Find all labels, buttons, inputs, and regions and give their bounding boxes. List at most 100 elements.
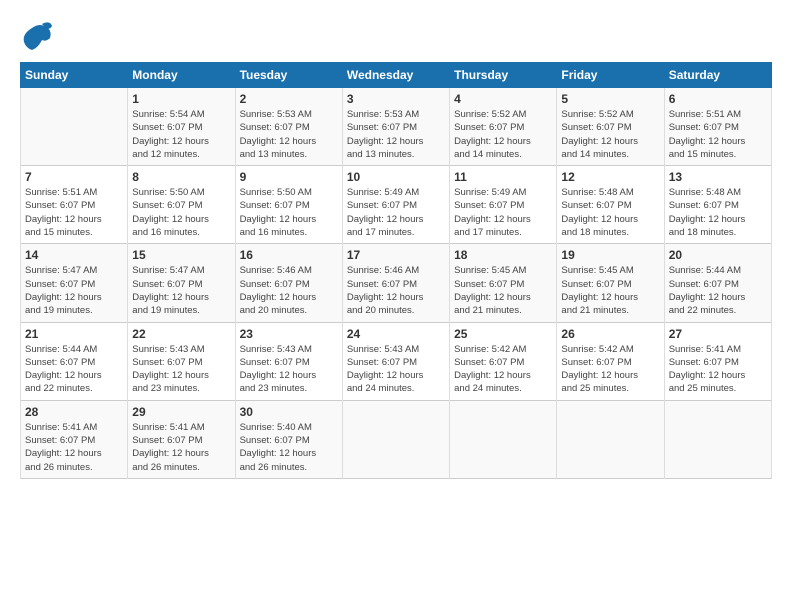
- calendar-cell: 2 Sunrise: 5:53 AM Sunset: 6:07 PM Daylig…: [235, 88, 342, 166]
- day-details: Sunrise: 5:53 AM Sunset: 6:07 PM Dayligh…: [347, 108, 445, 161]
- calendar-week-row: 7 Sunrise: 5:51 AM Sunset: 6:07 PM Daylig…: [21, 166, 772, 244]
- calendar-cell: 13 Sunrise: 5:48 AM Sunset: 6:07 PM Dayli…: [664, 166, 771, 244]
- calendar-cell: 18 Sunrise: 5:45 AM Sunset: 6:07 PM Dayli…: [450, 244, 557, 322]
- day-number: 11: [454, 170, 552, 184]
- calendar-cell: 17Sunrise: 5:46 AM Sunset: 6:07 PM Dayli…: [342, 244, 449, 322]
- calendar-header-row: SundayMondayTuesdayWednesdayThursdayFrid…: [21, 63, 772, 88]
- day-details: Sunrise: 5:42 AM Sunset: 6:07 PM Dayligh…: [561, 343, 659, 396]
- calendar-header-day: Saturday: [664, 63, 771, 88]
- calendar-cell: 10 Sunrise: 5:49 AM Sunset: 6:07 PM Dayli…: [342, 166, 449, 244]
- day-details: Sunrise: 5:53 AM Sunset: 6:07 PM Dayligh…: [240, 108, 338, 161]
- day-details: Sunrise: 5:45 AM Sunset: 6:07 PM Dayligh…: [561, 264, 659, 317]
- calendar-cell: 27 Sunrise: 5:41 AM Sunset: 6:07 PM Dayli…: [664, 322, 771, 400]
- calendar-cell: 25 Sunrise: 5:42 AM Sunset: 6:07 PM Dayli…: [450, 322, 557, 400]
- day-number: 19: [561, 248, 659, 262]
- calendar-cell: 4Sunrise: 5:52 AM Sunset: 6:07 PM Daylig…: [450, 88, 557, 166]
- day-details: Sunrise: 5:44 AM Sunset: 6:07 PM Dayligh…: [669, 264, 767, 317]
- day-number: 20: [669, 248, 767, 262]
- day-details: Sunrise: 5:52 AM Sunset: 6:07 PM Dayligh…: [561, 108, 659, 161]
- day-number: 14: [25, 248, 123, 262]
- day-number: 6: [669, 92, 767, 106]
- day-details: Sunrise: 5:41 AM Sunset: 6:07 PM Dayligh…: [669, 343, 767, 396]
- day-details: Sunrise: 5:47 AM Sunset: 6:07 PM Dayligh…: [25, 264, 123, 317]
- calendar-week-row: 28 Sunrise: 5:41 AM Sunset: 6:07 PM Dayli…: [21, 400, 772, 478]
- day-number: 27: [669, 327, 767, 341]
- day-details: Sunrise: 5:40 AM Sunset: 6:07 PM Dayligh…: [240, 421, 338, 474]
- calendar-header-day: Monday: [128, 63, 235, 88]
- day-number: 29: [132, 405, 230, 419]
- day-details: Sunrise: 5:49 AM Sunset: 6:07 PM Dayligh…: [347, 186, 445, 239]
- calendar-cell: 1 Sunrise: 5:54 AM Sunset: 6:07 PM Daylig…: [128, 88, 235, 166]
- day-number: 17: [347, 248, 445, 262]
- calendar-cell: [21, 88, 128, 166]
- calendar-header-day: Wednesday: [342, 63, 449, 88]
- calendar-week-row: 1 Sunrise: 5:54 AM Sunset: 6:07 PM Daylig…: [21, 88, 772, 166]
- calendar-cell: 8Sunrise: 5:50 AM Sunset: 6:07 PM Daylig…: [128, 166, 235, 244]
- calendar-cell: [664, 400, 771, 478]
- day-details: Sunrise: 5:48 AM Sunset: 6:07 PM Dayligh…: [561, 186, 659, 239]
- day-details: Sunrise: 5:46 AM Sunset: 6:07 PM Dayligh…: [240, 264, 338, 317]
- day-number: 12: [561, 170, 659, 184]
- calendar-cell: 26 Sunrise: 5:42 AM Sunset: 6:07 PM Dayli…: [557, 322, 664, 400]
- day-details: Sunrise: 5:42 AM Sunset: 6:07 PM Dayligh…: [454, 343, 552, 396]
- calendar-header-day: Tuesday: [235, 63, 342, 88]
- calendar-week-row: 21 Sunrise: 5:44 AM Sunset: 6:07 PM Dayli…: [21, 322, 772, 400]
- calendar-cell: 22Sunrise: 5:43 AM Sunset: 6:07 PM Dayli…: [128, 322, 235, 400]
- calendar-cell: 6 Sunrise: 5:51 AM Sunset: 6:07 PM Daylig…: [664, 88, 771, 166]
- day-number: 1: [132, 92, 230, 106]
- calendar-cell: 21 Sunrise: 5:44 AM Sunset: 6:07 PM Dayli…: [21, 322, 128, 400]
- calendar-header-day: Friday: [557, 63, 664, 88]
- day-number: 5: [561, 92, 659, 106]
- day-details: Sunrise: 5:50 AM Sunset: 6:07 PM Dayligh…: [240, 186, 338, 239]
- calendar-cell: 24Sunrise: 5:43 AM Sunset: 6:07 PM Dayli…: [342, 322, 449, 400]
- calendar-cell: 12 Sunrise: 5:48 AM Sunset: 6:07 PM Dayli…: [557, 166, 664, 244]
- day-number: 21: [25, 327, 123, 341]
- calendar-cell: 16 Sunrise: 5:46 AM Sunset: 6:07 PM Dayli…: [235, 244, 342, 322]
- day-number: 4: [454, 92, 552, 106]
- calendar-cell: [342, 400, 449, 478]
- calendar-cell: 15Sunrise: 5:47 AM Sunset: 6:07 PM Dayli…: [128, 244, 235, 322]
- day-number: 18: [454, 248, 552, 262]
- day-number: 13: [669, 170, 767, 184]
- calendar-cell: 30 Sunrise: 5:40 AM Sunset: 6:07 PM Dayli…: [235, 400, 342, 478]
- calendar-cell: 7 Sunrise: 5:51 AM Sunset: 6:07 PM Daylig…: [21, 166, 128, 244]
- day-details: Sunrise: 5:41 AM Sunset: 6:07 PM Dayligh…: [132, 421, 230, 474]
- calendar-table: SundayMondayTuesdayWednesdayThursdayFrid…: [20, 62, 772, 479]
- calendar-header-day: Sunday: [21, 63, 128, 88]
- calendar-cell: [557, 400, 664, 478]
- day-details: Sunrise: 5:43 AM Sunset: 6:07 PM Dayligh…: [347, 343, 445, 396]
- day-number: 26: [561, 327, 659, 341]
- day-details: Sunrise: 5:48 AM Sunset: 6:07 PM Dayligh…: [669, 186, 767, 239]
- logo: [20, 20, 52, 58]
- calendar-cell: 29 Sunrise: 5:41 AM Sunset: 6:07 PM Dayli…: [128, 400, 235, 478]
- day-details: Sunrise: 5:51 AM Sunset: 6:07 PM Dayligh…: [25, 186, 123, 239]
- day-number: 16: [240, 248, 338, 262]
- day-details: Sunrise: 5:41 AM Sunset: 6:07 PM Dayligh…: [25, 421, 123, 474]
- day-number: 10: [347, 170, 445, 184]
- day-details: Sunrise: 5:50 AM Sunset: 6:07 PM Dayligh…: [132, 186, 230, 239]
- day-details: Sunrise: 5:54 AM Sunset: 6:07 PM Dayligh…: [132, 108, 230, 161]
- calendar-cell: 3 Sunrise: 5:53 AM Sunset: 6:07 PM Daylig…: [342, 88, 449, 166]
- day-number: 9: [240, 170, 338, 184]
- day-number: 3: [347, 92, 445, 106]
- logo-icon: [22, 20, 52, 58]
- calendar-cell: [450, 400, 557, 478]
- day-number: 28: [25, 405, 123, 419]
- day-number: 7: [25, 170, 123, 184]
- calendar-cell: 23 Sunrise: 5:43 AM Sunset: 6:07 PM Dayli…: [235, 322, 342, 400]
- calendar-cell: 11Sunrise: 5:49 AM Sunset: 6:07 PM Dayli…: [450, 166, 557, 244]
- day-details: Sunrise: 5:45 AM Sunset: 6:07 PM Dayligh…: [454, 264, 552, 317]
- day-number: 25: [454, 327, 552, 341]
- day-details: Sunrise: 5:47 AM Sunset: 6:07 PM Dayligh…: [132, 264, 230, 317]
- day-number: 23: [240, 327, 338, 341]
- day-details: Sunrise: 5:43 AM Sunset: 6:07 PM Dayligh…: [240, 343, 338, 396]
- day-details: Sunrise: 5:51 AM Sunset: 6:07 PM Dayligh…: [669, 108, 767, 161]
- calendar-header-day: Thursday: [450, 63, 557, 88]
- calendar-cell: 28 Sunrise: 5:41 AM Sunset: 6:07 PM Dayli…: [21, 400, 128, 478]
- day-number: 22: [132, 327, 230, 341]
- day-number: 2: [240, 92, 338, 106]
- day-number: 30: [240, 405, 338, 419]
- day-details: Sunrise: 5:44 AM Sunset: 6:07 PM Dayligh…: [25, 343, 123, 396]
- calendar-cell: 14 Sunrise: 5:47 AM Sunset: 6:07 PM Dayli…: [21, 244, 128, 322]
- calendar-cell: 9 Sunrise: 5:50 AM Sunset: 6:07 PM Daylig…: [235, 166, 342, 244]
